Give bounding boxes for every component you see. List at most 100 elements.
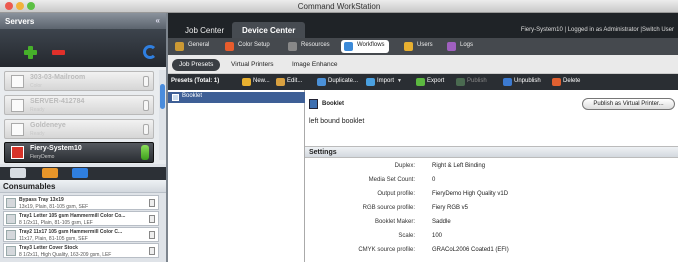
preset-item-selected[interactable]: Booklet	[168, 92, 305, 103]
tab-virtual-printers[interactable]: Virtual Printers	[224, 59, 281, 71]
setting-label: RGB source profile:	[362, 205, 415, 211]
tab-label: Logs	[460, 42, 474, 48]
user-info[interactable]: Fiery-System10 | Logged in as Administra…	[521, 27, 674, 33]
setting-row: Duplex: Right & Left Binding	[305, 162, 678, 176]
toner-tab-icon[interactable]	[42, 168, 58, 178]
server-name: Fiery-System10	[30, 145, 82, 152]
tray-level-icon	[149, 231, 155, 239]
color-setup-icon	[225, 42, 234, 51]
logs-icon	[447, 42, 456, 51]
lock-icon	[143, 100, 149, 111]
server-item[interactable]: SERVER-412784 Ready	[4, 95, 154, 115]
tray-title: Tray3 Letter Cover Stock	[19, 245, 78, 251]
remove-server-button[interactable]	[52, 50, 65, 55]
import-icon	[366, 78, 375, 86]
tab-color-setup[interactable]: Color Setup	[222, 40, 274, 53]
server-item[interactable]: 303-03-Mailroom Color	[4, 71, 154, 91]
button-label: New...	[253, 78, 270, 84]
delete-button[interactable]: Delete	[552, 77, 580, 88]
booklet-icon	[309, 99, 318, 109]
new-icon	[242, 78, 251, 86]
consumable-item[interactable]: Tray3 Letter Cover Stock 8 1/2x11, High …	[3, 243, 159, 258]
server-list: 303-03-Mailroom Color SERVER-412784 Read…	[0, 67, 166, 164]
publish-button[interactable]: Publish	[456, 77, 487, 88]
button-label: Publish	[467, 78, 487, 84]
setting-value: FieryDemo High Quality v1D	[432, 191, 509, 197]
export-icon	[416, 78, 425, 86]
media-tab-icon[interactable]	[10, 168, 26, 178]
setting-label: Booklet Maker:	[374, 219, 415, 225]
setting-label: CMYK source profile:	[358, 247, 415, 253]
tray-level-icon	[149, 199, 155, 207]
tab-resources[interactable]: Resources	[285, 40, 334, 53]
server-icon	[11, 99, 24, 112]
edit-button[interactable]: Edit...	[276, 77, 302, 88]
setting-row: Scale: 100	[305, 232, 678, 246]
server-name: 303-03-Mailroom	[30, 74, 86, 81]
server-item[interactable]: Goldeneye Ready	[4, 119, 154, 139]
add-server-button[interactable]	[24, 46, 37, 59]
module-tabs-bar: General Color Setup Resources Workflows …	[168, 38, 678, 55]
tray-icon	[6, 214, 16, 224]
import-button[interactable]: Import ▼	[366, 77, 402, 88]
button-label: Edit...	[287, 78, 303, 84]
tab-general[interactable]: General	[172, 40, 213, 53]
setting-row: Booklet Maker: Saddle	[305, 218, 678, 232]
tab-logs[interactable]: Logs	[444, 40, 477, 53]
tray-detail: 11x17, Plain, 81-105 gsm, SEF	[19, 236, 88, 242]
consumable-item[interactable]: Tray1 Letter 105 gsm Hammermill Color Co…	[3, 211, 159, 226]
publish-virtual-printer-button[interactable]: Publish as Virtual Printer...	[582, 98, 675, 110]
server-item-selected[interactable]: Fiery-System10 FieryDemo	[4, 142, 154, 163]
resources-icon	[288, 42, 297, 51]
server-name: Goldeneye	[30, 122, 66, 129]
server-icon	[11, 75, 24, 88]
collapse-panel-icon[interactable]: «	[156, 16, 160, 25]
publish-icon	[456, 78, 465, 86]
tab-device-center[interactable]: Device Center	[232, 22, 306, 38]
button-label: Import	[377, 78, 395, 84]
setting-value: Saddle	[432, 219, 451, 225]
workflows-icon	[344, 42, 353, 51]
tab-users[interactable]: Users	[401, 40, 437, 53]
general-icon	[175, 42, 184, 51]
server-status: Ready	[30, 107, 45, 113]
setting-row: Output profile: FieryDemo High Quality v…	[305, 190, 678, 204]
info-tab-icon[interactable]	[72, 168, 88, 178]
consumable-item[interactable]: Bypass Tray 13x19 13x19, Plain, 81-105 g…	[3, 195, 159, 210]
new-button[interactable]: New...	[242, 77, 270, 88]
export-button[interactable]: Export	[416, 77, 444, 88]
sub-tabs-bar: Job Presets Virtual Printers Image Enhan…	[168, 55, 678, 74]
setting-label: Scale:	[398, 233, 415, 239]
tab-label: Resources	[301, 42, 330, 48]
tab-workflows[interactable]: Workflows	[341, 40, 389, 53]
preset-title: Booklet	[322, 101, 345, 107]
setting-label: Media Set Count:	[368, 177, 415, 183]
setting-label: Duplex:	[394, 163, 415, 169]
server-name: SERVER-412784	[30, 98, 85, 105]
refresh-icon[interactable]	[143, 45, 157, 59]
scrollbar-thumb[interactable]	[160, 84, 165, 109]
consumable-item[interactable]: Tray2 11x17 105 gsm Hammermill Color C..…	[3, 227, 159, 242]
setting-row: RGB source profile: Fiery RGB v5	[305, 204, 678, 218]
tab-image-enhance[interactable]: Image Enhance	[285, 59, 345, 71]
unpublish-icon	[503, 78, 512, 86]
setting-value: Fiery RGB v5	[432, 205, 469, 211]
server-status: FieryDemo	[30, 154, 55, 160]
tab-job-center[interactable]: Job Center	[175, 22, 234, 38]
tray-title: Bypass Tray 13x19	[19, 197, 64, 203]
duplicate-button[interactable]: Duplicate...	[317, 77, 358, 88]
window-title: Command WorkStation	[297, 2, 381, 11]
presets-toolbar: Presets (Total: 1) New... Edit... Duplic…	[168, 74, 678, 90]
lock-icon	[143, 76, 149, 87]
server-icon	[11, 123, 24, 136]
tab-label: Color Setup	[238, 42, 270, 48]
button-label: Export	[427, 78, 445, 84]
setting-row: Media Set Count: 0	[305, 176, 678, 190]
unpublish-button[interactable]: Unpublish	[503, 77, 541, 88]
button-label: Delete	[563, 78, 581, 84]
tray-title: Tray2 11x17 105 gsm Hammermill Color C..…	[19, 229, 123, 235]
edit-icon	[276, 78, 285, 86]
tab-job-presets[interactable]: Job Presets	[172, 59, 221, 71]
server-icon	[11, 146, 24, 159]
tray-icon	[6, 246, 16, 256]
